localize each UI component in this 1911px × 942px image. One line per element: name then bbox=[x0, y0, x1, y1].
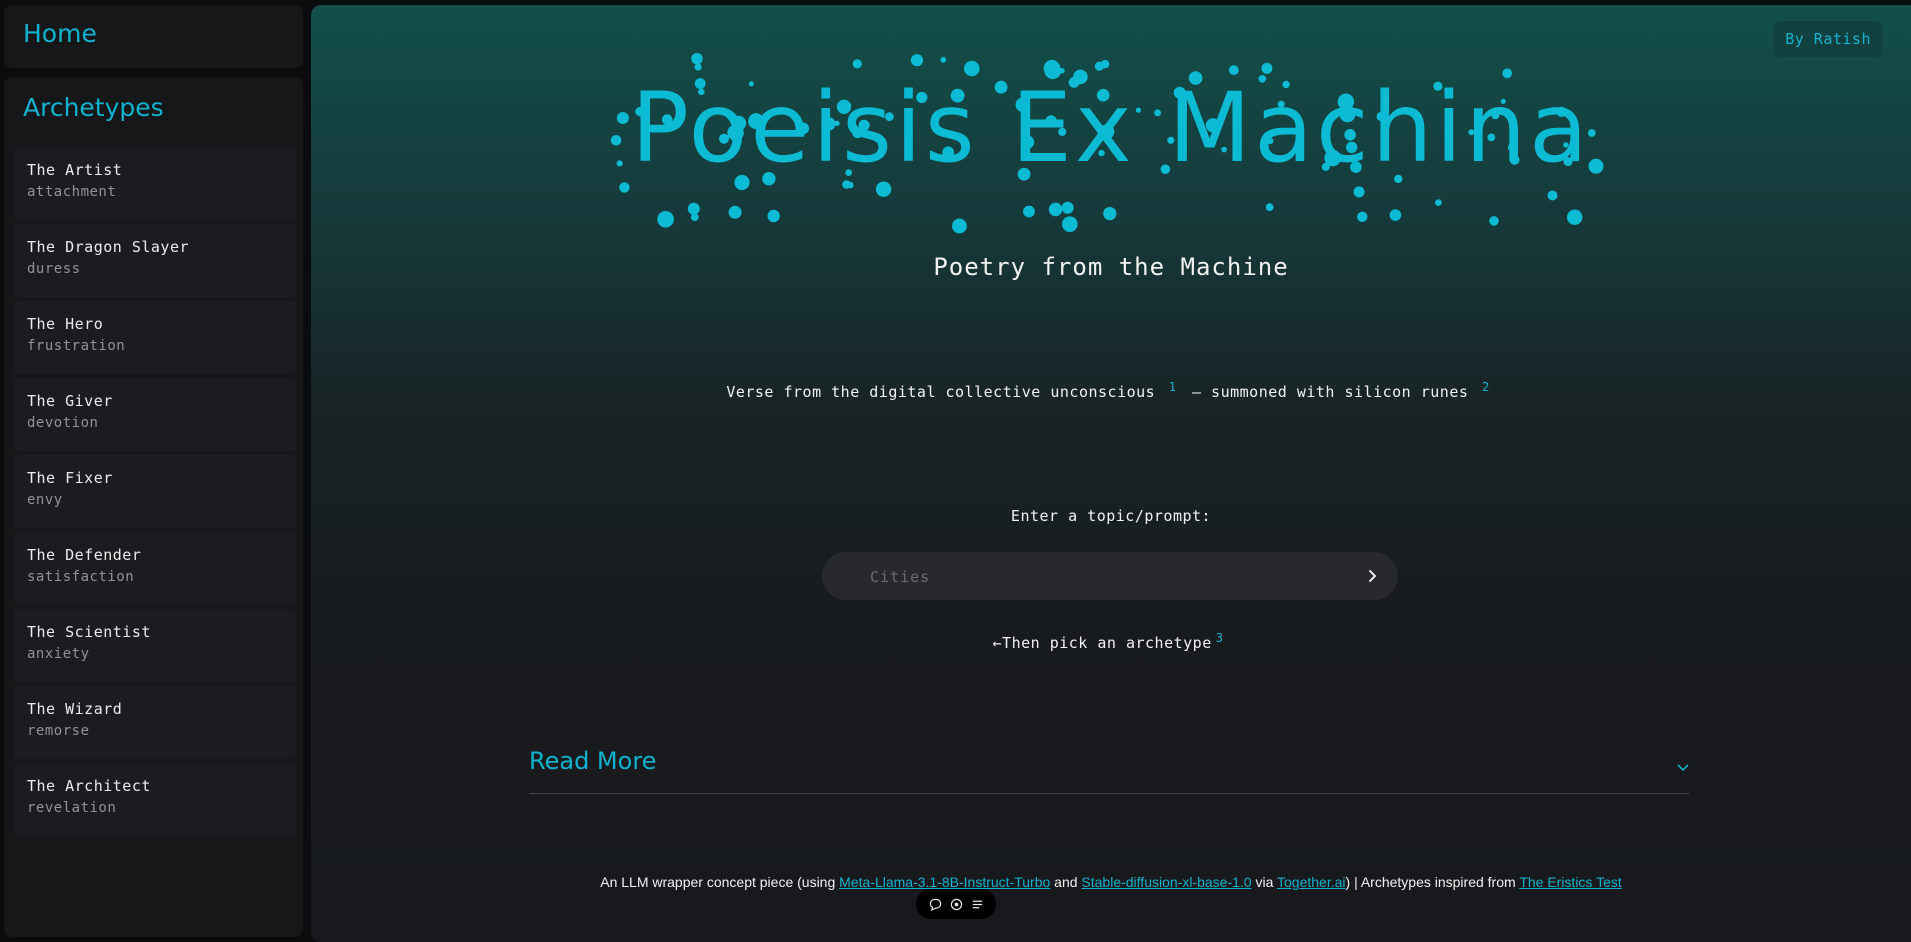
footer: An LLM wrapper concept piece (using Meta… bbox=[311, 874, 1911, 890]
by-author-button[interactable]: By Ratish bbox=[1774, 21, 1882, 57]
archetype-item[interactable]: The Giver devotion bbox=[14, 378, 296, 451]
sdxl-link[interactable]: Stable-diffusion-xl-base-1.0 bbox=[1081, 874, 1251, 890]
decoration-dot bbox=[952, 218, 967, 234]
archetype-emotion: frustration bbox=[27, 338, 126, 354]
archetype-emotion: envy bbox=[27, 492, 63, 508]
chevron-down-icon[interactable] bbox=[1677, 757, 1689, 776]
footnote-2[interactable]: 2 bbox=[1482, 380, 1490, 394]
footer-mid: ) | Archetypes inspired from bbox=[1345, 874, 1520, 890]
main-panel: By Ratish Poeisis Ex Machina Poetry from… bbox=[311, 5, 1911, 942]
home-card[interactable]: Home bbox=[4, 5, 303, 68]
decoration-dot bbox=[852, 59, 862, 69]
archetype-item[interactable]: The Scientist anxiety bbox=[14, 609, 296, 682]
read-more-toggle[interactable]: Read More bbox=[529, 735, 1689, 794]
decoration-dot bbox=[1353, 186, 1365, 198]
comment-icon[interactable] bbox=[928, 897, 942, 911]
archetype-emotion: attachment bbox=[27, 184, 117, 200]
home-link[interactable]: Home bbox=[23, 19, 97, 48]
decoration-dot bbox=[619, 182, 630, 193]
footnote-1[interactable]: 1 bbox=[1169, 380, 1177, 394]
archetype-emotion: duress bbox=[27, 261, 81, 277]
decoration-dot bbox=[1567, 209, 1583, 225]
menu-icon[interactable] bbox=[970, 897, 984, 911]
archetype-emotion: devotion bbox=[27, 415, 99, 431]
archetype-name: The Scientist bbox=[27, 623, 151, 641]
decoration-dot bbox=[690, 213, 699, 222]
decoration-dot bbox=[1062, 216, 1078, 232]
decoration-dot bbox=[1061, 201, 1074, 214]
verse-text-1: Verse from the digital collective uncons… bbox=[726, 383, 1156, 401]
decoration-dot bbox=[1094, 61, 1104, 71]
pick-text: ←Then pick an archetype bbox=[992, 634, 1212, 652]
prompt-label: Enter a topic/prompt: bbox=[1010, 507, 1212, 525]
eye-icon[interactable] bbox=[949, 897, 963, 911]
archetype-item[interactable]: The Wizard remorse bbox=[14, 686, 296, 759]
decoration-dot bbox=[940, 56, 947, 63]
archetype-emotion: anxiety bbox=[27, 646, 90, 662]
footer-and: and bbox=[1050, 874, 1082, 890]
archetype-item[interactable]: The Dragon Slayer duress bbox=[14, 224, 296, 297]
footer-via: via bbox=[1251, 874, 1278, 890]
archetype-name: The Defender bbox=[27, 546, 142, 564]
decoration-dot bbox=[1489, 216, 1499, 226]
decoration-dot bbox=[1357, 211, 1368, 222]
decoration-dot bbox=[1265, 203, 1274, 212]
decoration-dot bbox=[910, 54, 924, 67]
archetype-emotion: revelation bbox=[27, 800, 117, 816]
decoration-dot bbox=[1389, 209, 1402, 221]
floating-toolbar bbox=[916, 889, 996, 919]
archetype-name: The Wizard bbox=[27, 700, 123, 718]
page-subtitle: Poetry from the Machine bbox=[933, 253, 1289, 281]
footer-prefix: An LLM wrapper concept piece (using bbox=[600, 874, 840, 890]
decoration-dot bbox=[728, 205, 742, 219]
archetype-item[interactable]: The Defender satisfaction bbox=[14, 532, 296, 605]
prompt-input[interactable] bbox=[868, 552, 1342, 602]
sidebar: Home Archetypes The Artist attachment The … bbox=[4, 5, 303, 937]
footnote-3[interactable]: 3 bbox=[1216, 631, 1224, 645]
decoration-dot bbox=[1547, 190, 1558, 201]
archetype-item[interactable]: The Architect revelation bbox=[14, 763, 296, 836]
archetypes-heading: Archetypes bbox=[23, 93, 164, 122]
verse-text-2: — summoned with silicon runes bbox=[1192, 383, 1469, 401]
decoration-dot bbox=[1048, 202, 1063, 217]
pick-archetype-hint: ←Then pick an archetype 3 bbox=[311, 631, 1911, 652]
prompt-input-container bbox=[822, 552, 1398, 602]
archetype-item[interactable]: The Hero frustration bbox=[14, 301, 296, 374]
decoration-dot bbox=[767, 209, 780, 223]
archetype-name: The Dragon Slayer bbox=[27, 238, 190, 256]
decoration-dot bbox=[1023, 205, 1035, 218]
archetype-name: The Fixer bbox=[27, 469, 113, 487]
decoration-dot bbox=[657, 211, 674, 228]
archetype-name: The Architect bbox=[27, 777, 151, 795]
decoration-dot bbox=[687, 202, 700, 215]
submit-chevron-icon[interactable] bbox=[1358, 561, 1388, 591]
decoration-dot bbox=[1435, 199, 1442, 207]
archetype-emotion: satisfaction bbox=[27, 569, 135, 585]
archetype-name: The Hero bbox=[27, 315, 104, 333]
archetype-item[interactable]: The Fixer envy bbox=[14, 455, 296, 528]
archetype-name: The Giver bbox=[27, 392, 113, 410]
archetype-item[interactable]: The Artist attachment bbox=[14, 147, 296, 220]
archetypes-panel: Archetypes The Artist attachment The Drago… bbox=[4, 77, 303, 937]
decoration-dot bbox=[691, 53, 703, 65]
decoration-dot bbox=[694, 63, 702, 71]
title-block: Poeisis Ex Machina bbox=[606, 50, 1616, 240]
decoration-dot bbox=[1103, 207, 1117, 221]
verse-line: Verse from the digital collective uncons… bbox=[311, 380, 1911, 401]
together-link[interactable]: Together.ai bbox=[1277, 874, 1346, 890]
read-more-label: Read More bbox=[529, 747, 657, 775]
archetype-list: The Artist attachment The Dragon Slayer dur… bbox=[14, 147, 296, 840]
archetype-emotion: remorse bbox=[27, 723, 90, 739]
eristics-link[interactable]: The Eristics Test bbox=[1519, 874, 1621, 890]
llama-link[interactable]: Meta-Llama-3.1-8B-Instruct-Turbo bbox=[839, 874, 1050, 890]
page-title: Poeisis Ex Machina bbox=[631, 72, 1591, 184]
archetype-name: The Artist bbox=[27, 161, 123, 179]
